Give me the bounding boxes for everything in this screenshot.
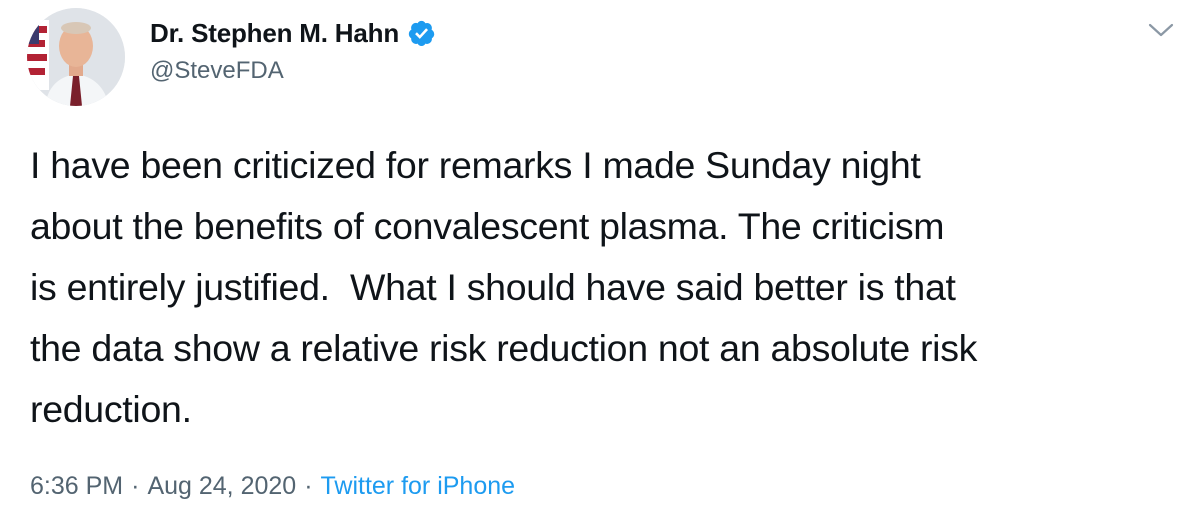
- tweet-metadata: 6:36 PM · Aug 24, 2020 · Twitter for iPh…: [30, 472, 515, 501]
- verified-badge-icon: [408, 20, 435, 46]
- avatar[interactable]: [27, 8, 125, 106]
- tweet-text: I have been criticized for remarks I mad…: [30, 144, 978, 430]
- tweet-time[interactable]: 6:36 PM: [30, 472, 123, 501]
- meta-separator: ·: [131, 472, 140, 500]
- tweet-card: Dr. Stephen M. Hahn @SteveFDA I have bee…: [0, 0, 1200, 529]
- author-handle[interactable]: @SteveFDA: [150, 57, 284, 85]
- meta-separator: ·: [304, 472, 313, 500]
- tweet-date[interactable]: Aug 24, 2020: [147, 472, 296, 501]
- author-name-row: Dr. Stephen M. Hahn: [150, 17, 436, 49]
- tweet-source-link[interactable]: Twitter for iPhone: [321, 472, 516, 501]
- chevron-down-icon[interactable]: [1145, 16, 1177, 44]
- avatar-photo: [27, 8, 125, 106]
- display-name[interactable]: Dr. Stephen M. Hahn: [150, 18, 399, 49]
